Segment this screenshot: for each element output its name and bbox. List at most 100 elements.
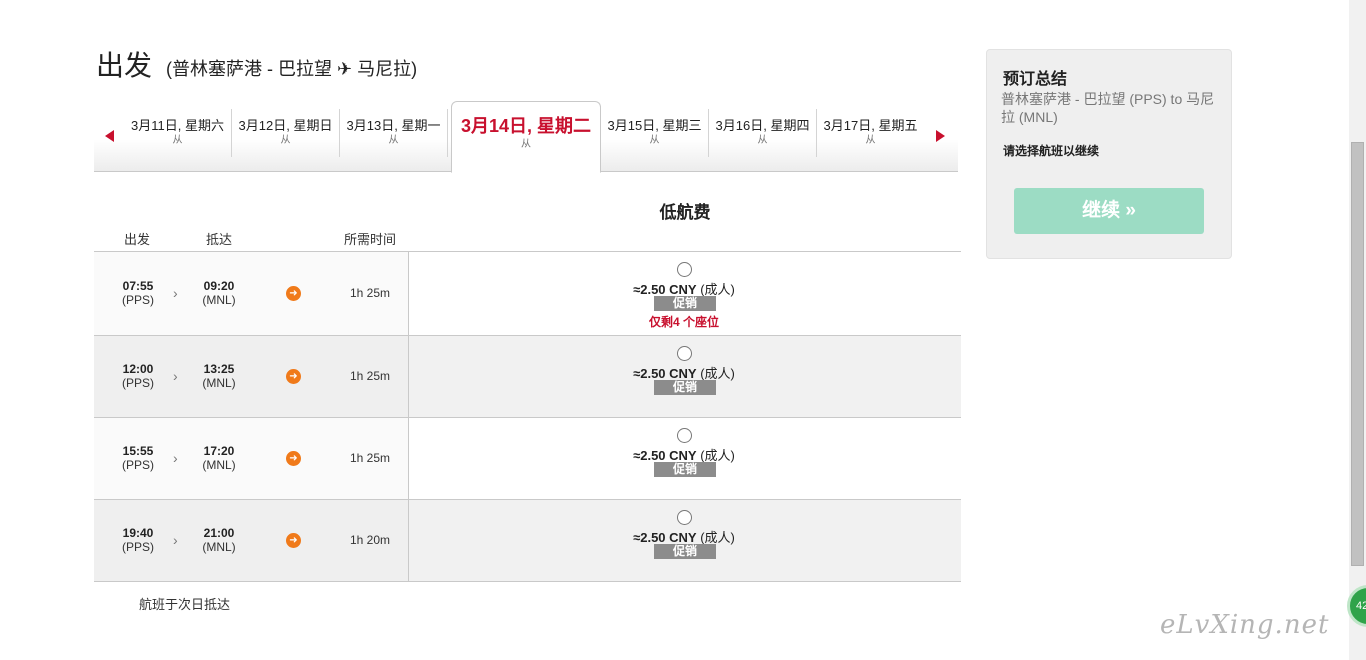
departure-code: (PPS) <box>121 376 154 390</box>
arrival: 13:25 (MNL) <box>189 362 249 390</box>
chevron-right-icon: › <box>173 285 178 301</box>
arrival: 21:00 (MNL) <box>189 526 249 554</box>
flight-row: 15:55 (PPS) › 17:20 (MNL) ➜ 1h 25m ≈2.50… <box>94 418 961 500</box>
fare-cell: ≈2.50 CNY (成人) 促销 <box>408 418 961 499</box>
fare-radio[interactable] <box>677 510 692 525</box>
date-tab-0312[interactable]: 3月12日, 星期日 从 <box>232 109 340 157</box>
fare-radio[interactable] <box>677 428 692 443</box>
date-tab-0311[interactable]: 3月11日, 星期六 从 <box>124 109 232 157</box>
arrival-time: 09:20 <box>203 279 235 293</box>
route-subtitle: (普林塞萨港 - 巴拉望 ✈ 马尼拉) <box>166 59 418 79</box>
date-label: 3月17日, 星期五 <box>823 118 918 133</box>
arrival-time: 17:20 <box>203 444 235 458</box>
fare-radio[interactable] <box>677 346 692 361</box>
date-from: 从 <box>649 135 660 146</box>
date-tab-0313[interactable]: 3月13日, 星期一 从 <box>340 109 448 157</box>
flight-row: 07:55 (PPS) › 09:20 (MNL) ➜ 1h 25m ≈2.50… <box>94 252 961 336</box>
next-day-arrival-note: 航班于次日抵达 <box>139 597 231 612</box>
departure-code: (PPS) <box>121 293 154 307</box>
price-amount: ≈2.50 CNY <box>633 530 697 545</box>
departure: 19:40 (PPS) <box>108 526 168 554</box>
date-tab-0314-selected[interactable]: 3月14日, 星期二 从 <box>451 101 601 173</box>
fare-cell: ≈2.50 CNY (成人) 促销 <box>408 336 961 417</box>
arrival-code: (MNL) <box>202 458 236 472</box>
column-arrive: 抵达 <box>206 232 233 247</box>
fare-cell: ≈2.50 CNY (成人) 促销 仅剩4 个座位 <box>408 252 961 335</box>
departure-code: (PPS) <box>121 540 154 554</box>
promo-badge: 促销 <box>654 380 716 395</box>
fare-cell: ≈2.50 CNY (成人) 促销 <box>408 500 961 581</box>
arrival: 09:20 (MNL) <box>189 279 249 307</box>
passenger-type: (成人) <box>700 530 735 545</box>
summary-title: 预订总结 <box>1003 71 1068 88</box>
promo-badge: 促销 <box>654 296 716 311</box>
booking-summary-panel: 预订总结 普林塞萨港 - 巴拉望 (PPS) to 马尼拉 (MNL) 请选择航… <box>986 49 1232 259</box>
price-amount: ≈2.50 CNY <box>633 448 697 463</box>
column-duration: 所需时间 <box>344 232 397 247</box>
plane-circle-icon[interactable]: ➜ <box>286 451 301 466</box>
date-tab-0317[interactable]: 3月17日, 星期五 从 <box>817 109 924 157</box>
promo-badge: 促销 <box>654 544 716 559</box>
departure-time: 19:40 <box>122 526 154 540</box>
departure: 15:55 (PPS) <box>108 444 168 472</box>
fare-column-header: 低航费 <box>659 203 711 222</box>
flight-duration: 1h 25m <box>349 369 391 383</box>
departure-time: 12:00 <box>122 362 154 376</box>
arrival-time: 21:00 <box>203 526 235 540</box>
page-title: 出发 (普林塞萨港 - 巴拉望 ✈ 马尼拉) <box>96 44 417 84</box>
plane-circle-icon[interactable]: ➜ <box>286 369 301 384</box>
continue-button[interactable]: 继续 » <box>1014 188 1204 234</box>
column-depart: 出发 <box>124 232 151 247</box>
arrow-left-icon[interactable] <box>105 130 114 142</box>
date-tab-0316[interactable]: 3月16日, 星期四 从 <box>709 109 817 157</box>
watermark: eLvXing.net <box>1160 610 1330 640</box>
date-label: 3月13日, 星期一 <box>346 118 441 133</box>
promo-badge: 促销 <box>654 462 716 477</box>
flight-duration: 1h 25m <box>349 451 391 465</box>
flight-results-table: 07:55 (PPS) › 09:20 (MNL) ➜ 1h 25m ≈2.50… <box>94 251 961 582</box>
plane-circle-icon[interactable]: ➜ <box>286 286 301 301</box>
flight-row: 12:00 (PPS) › 13:25 (MNL) ➜ 1h 25m ≈2.50… <box>94 336 961 418</box>
flight-row: 19:40 (PPS) › 21:00 (MNL) ➜ 1h 20m ≈2.50… <box>94 500 961 582</box>
date-selector: 3月11日, 星期六 从 3月12日, 星期日 从 3月13日, 星期一 从 3… <box>94 101 958 173</box>
arrival-code: (MNL) <box>202 376 236 390</box>
page-heading: 出发 <box>96 50 153 81</box>
date-from: 从 <box>757 135 768 146</box>
departure: 12:00 (PPS) <box>108 362 168 390</box>
passenger-type: (成人) <box>700 282 735 297</box>
date-tab-0315[interactable]: 3月15日, 星期三 从 <box>601 109 709 157</box>
date-label: 3月12日, 星期日 <box>238 118 333 133</box>
price-amount: ≈2.50 CNY <box>633 282 697 297</box>
page-scrollbar[interactable] <box>1349 0 1366 660</box>
departure-code: (PPS) <box>121 458 154 472</box>
date-from: 从 <box>521 139 531 150</box>
flight-duration: 1h 25m <box>349 286 391 300</box>
passenger-type: (成人) <box>700 366 735 381</box>
flight-duration: 1h 20m <box>349 533 391 547</box>
passenger-type: (成人) <box>700 448 735 463</box>
chevron-right-icon: › <box>173 532 178 548</box>
fare-radio[interactable] <box>677 262 692 277</box>
arrival-code: (MNL) <box>202 540 236 554</box>
chevron-right-icon: › <box>173 368 178 384</box>
seats-left: 仅剩4 个座位 <box>648 315 719 329</box>
arrival-time: 13:25 <box>203 362 235 376</box>
arrow-right-icon[interactable] <box>936 130 945 142</box>
date-label: 3月15日, 星期三 <box>607 118 702 133</box>
summary-hint: 请选择航班以继续 <box>1003 144 1100 158</box>
chevron-right-icon: › <box>173 450 178 466</box>
plane-circle-icon[interactable]: ➜ <box>286 533 301 548</box>
arrival: 17:20 (MNL) <box>189 444 249 472</box>
date-from: 从 <box>172 135 183 146</box>
price-amount: ≈2.50 CNY <box>633 366 697 381</box>
scrollbar-thumb[interactable] <box>1351 142 1364 566</box>
departure-time: 15:55 <box>122 444 154 458</box>
date-label: 3月14日, 星期二 <box>460 116 592 136</box>
summary-route: 普林塞萨港 - 巴拉望 (PPS) to 马尼拉 (MNL) <box>1001 91 1215 125</box>
date-from: 从 <box>865 135 876 146</box>
date-label: 3月11日, 星期六 <box>131 118 224 133</box>
arrival-code: (MNL) <box>202 293 236 307</box>
departure: 07:55 (PPS) <box>108 279 168 307</box>
date-from: 从 <box>280 135 291 146</box>
date-label: 3月16日, 星期四 <box>715 118 810 133</box>
